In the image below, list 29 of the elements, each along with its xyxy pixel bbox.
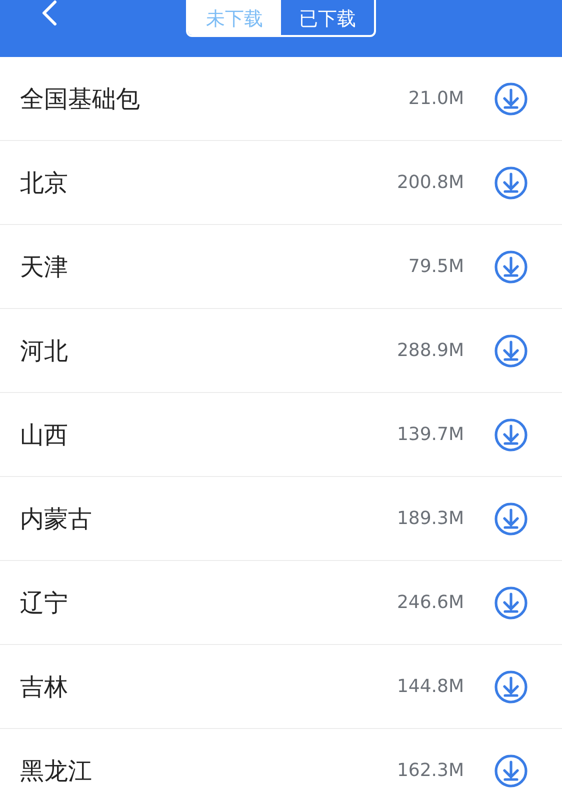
- region-name: 天津: [20, 252, 69, 282]
- download-icon[interactable]: [494, 670, 528, 704]
- download-icon[interactable]: [494, 250, 528, 284]
- package-size: 79.5M: [408, 256, 464, 277]
- download-icon[interactable]: [494, 754, 528, 788]
- region-name: 吉林: [20, 672, 69, 702]
- package-size: 21.0M: [408, 88, 464, 109]
- download-icon[interactable]: [494, 502, 528, 536]
- region-name: 北京: [20, 168, 69, 198]
- download-icon[interactable]: [494, 82, 528, 116]
- download-icon[interactable]: [494, 166, 528, 200]
- region-name: 河北: [20, 336, 69, 366]
- download-icon[interactable]: [494, 334, 528, 368]
- package-size: 200.8M: [396, 172, 464, 193]
- region-name: 全国基础包: [20, 84, 141, 114]
- tab[interactable]: 已下载: [281, 0, 374, 35]
- package-size: 144.8M: [396, 676, 464, 697]
- download-icon[interactable]: [494, 418, 528, 452]
- region-name: 黑龙江: [20, 756, 93, 786]
- package-size: 139.7M: [396, 424, 464, 445]
- back-icon[interactable]: [41, 0, 57, 26]
- download-icon[interactable]: [494, 586, 528, 620]
- package-size: 246.6M: [396, 592, 464, 613]
- package-size: 162.3M: [396, 760, 464, 781]
- package-size: 288.9M: [396, 340, 464, 361]
- region-name: 山西: [20, 420, 69, 450]
- region-name: 辽宁: [20, 588, 69, 618]
- package-size: 189.3M: [396, 508, 464, 529]
- region-name: 内蒙古: [20, 504, 93, 534]
